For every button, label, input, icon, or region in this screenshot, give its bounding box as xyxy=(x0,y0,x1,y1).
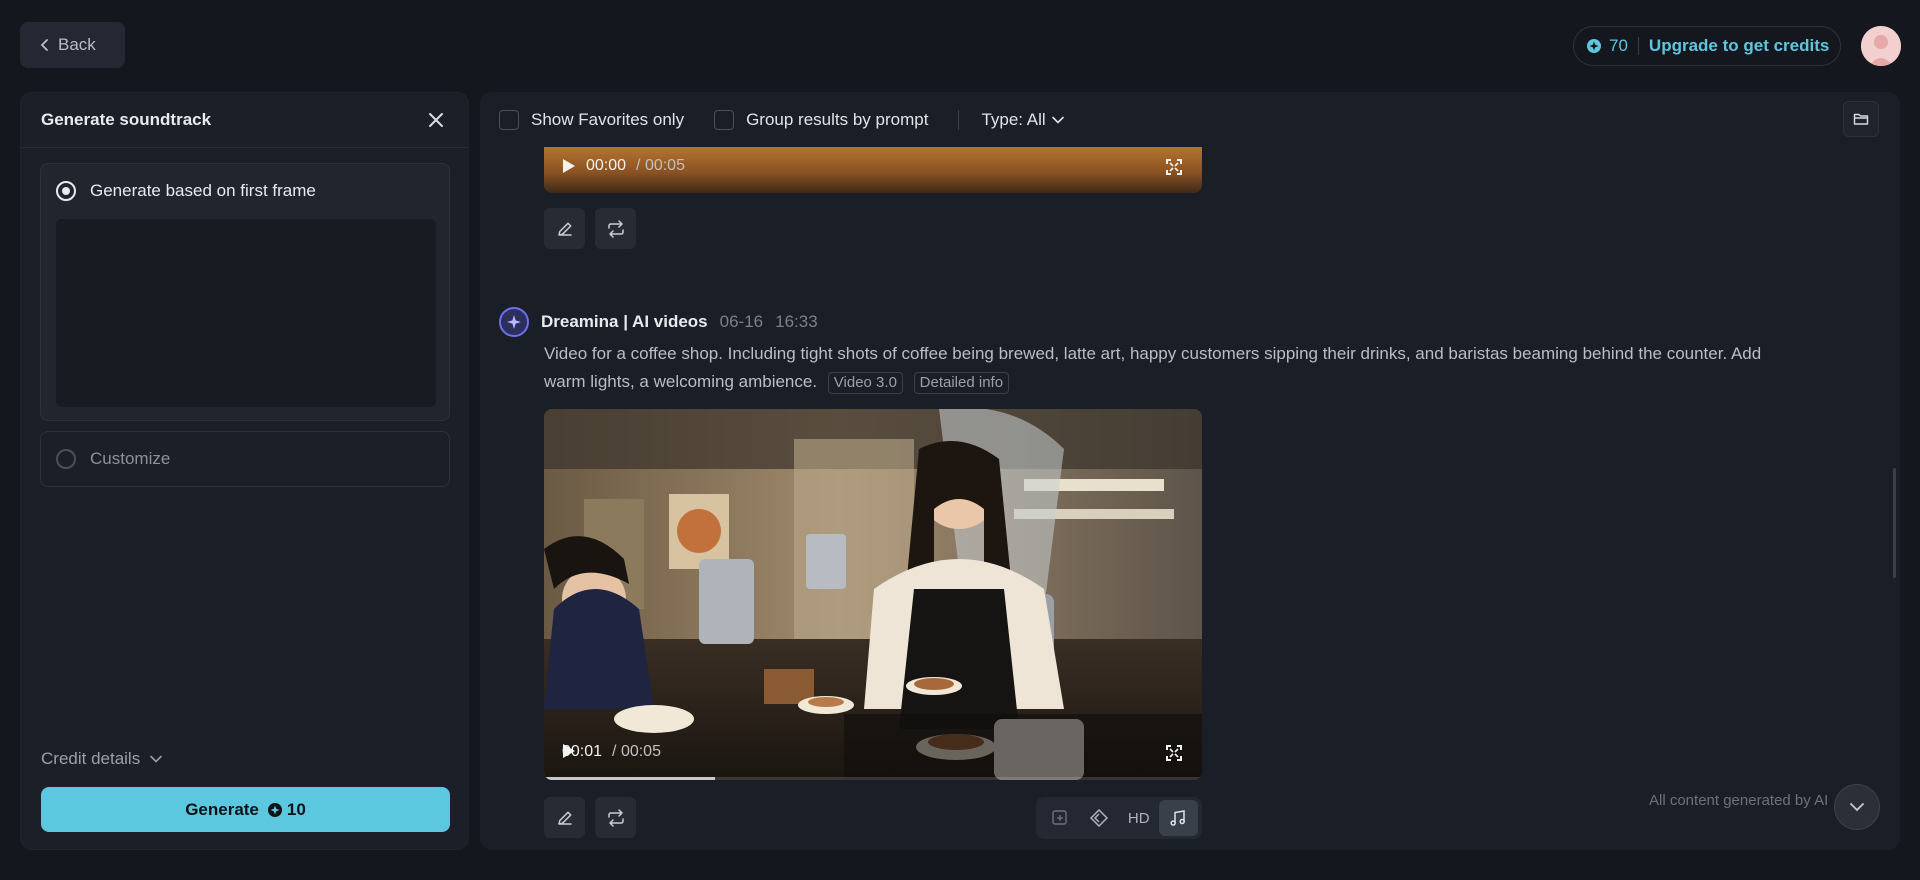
option-first-frame-label: Generate based on first frame xyxy=(90,181,316,200)
generate-cost: 10 xyxy=(267,800,306,820)
option-customize-label: Customize xyxy=(90,449,171,468)
radio-first-frame[interactable]: Generate based on first frame xyxy=(41,164,449,218)
upgrade-link[interactable]: Upgrade to get credits xyxy=(1649,36,1829,56)
credit-details-toggle[interactable]: Credit details xyxy=(41,749,163,769)
play-icon[interactable] xyxy=(562,743,576,759)
filter-bar: Show Favorites only Group results by pro… xyxy=(480,92,1900,147)
type-label: Type: All xyxy=(981,109,1046,129)
repeat-icon xyxy=(607,808,624,827)
checkbox-icon xyxy=(499,109,519,130)
prompt-body: Video for a coffee shop. Including tight… xyxy=(544,344,1762,391)
chevron-left-icon xyxy=(40,39,48,51)
generate-label: Generate xyxy=(185,799,259,819)
regenerate-button[interactable] xyxy=(595,797,636,838)
pencil-icon xyxy=(557,811,572,825)
generation-date: 06-16 xyxy=(719,312,764,331)
group-checkbox[interactable]: Group results by prompt xyxy=(714,109,929,130)
group-label: Group results by prompt xyxy=(746,109,929,129)
chevron-down-icon xyxy=(1850,803,1864,812)
video-player-previous[interactable]: 00:00 / 00:05 xyxy=(544,147,1202,193)
model-tag: Video 3.0 xyxy=(827,371,903,394)
current-time: 00:00 xyxy=(586,157,627,174)
regenerate-button[interactable] xyxy=(595,208,636,249)
divider xyxy=(958,109,960,130)
panel-title: Generate soundtrack xyxy=(41,110,212,129)
prompt-text: Video for a coffee shop. Including tight… xyxy=(544,340,1804,396)
fullscreen-icon[interactable] xyxy=(1164,157,1184,177)
diamond-icon xyxy=(1090,809,1109,827)
generation-time: 16:33 xyxy=(775,312,818,331)
radio-unselected-icon xyxy=(56,449,76,469)
upscale-button[interactable] xyxy=(1080,800,1120,836)
dreamina-logo-icon xyxy=(499,307,529,337)
scroll-down-button[interactable] xyxy=(1834,784,1880,830)
video-frame-image xyxy=(544,409,1202,780)
favorites-label: Show Favorites only xyxy=(531,109,685,129)
generation-header: Dreamina | AI videos 06-16 16:33 xyxy=(499,307,818,337)
type-dropdown[interactable]: Type: All xyxy=(981,109,1064,130)
video-progress-fill xyxy=(544,777,716,780)
credit-icon xyxy=(1587,39,1601,53)
play-icon[interactable] xyxy=(562,158,576,174)
close-button[interactable] xyxy=(424,108,448,132)
hd-button[interactable]: HD xyxy=(1119,800,1159,836)
generator-name: Dreamina | AI videos xyxy=(541,312,708,331)
detailed-info-tag[interactable]: Detailed info xyxy=(913,371,1010,394)
duration: / 00:05 xyxy=(612,743,661,760)
credits-count: 70 xyxy=(1609,36,1628,55)
scrollbar[interactable] xyxy=(1893,468,1896,578)
close-icon xyxy=(429,113,443,127)
radio-selected-icon xyxy=(56,181,76,201)
generate-soundtrack-panel: Generate soundtrack Generate based on fi… xyxy=(20,92,469,850)
soundtrack-button[interactable] xyxy=(1158,800,1198,836)
first-frame-preview xyxy=(56,219,436,407)
video-progress-bar[interactable] xyxy=(544,777,1202,780)
top-bar: Back 70 Upgrade to get credits xyxy=(0,0,1920,92)
back-label: Back xyxy=(58,35,96,54)
divider xyxy=(1637,37,1639,55)
checkbox-icon xyxy=(714,109,735,130)
option-customize[interactable]: Customize xyxy=(40,431,450,487)
generate-cost-value: 10 xyxy=(286,799,306,819)
folder-icon xyxy=(1853,113,1869,125)
video-player-coffee-shop[interactable]: 00:01 / 00:05 xyxy=(544,409,1202,780)
pencil-icon xyxy=(557,222,572,236)
back-button[interactable]: Back xyxy=(20,22,125,68)
generate-button[interactable]: Generate 10 xyxy=(41,787,450,832)
fullscreen-icon[interactable] xyxy=(1164,743,1184,763)
credit-details-label: Credit details xyxy=(41,749,141,768)
credits-pill[interactable]: 70 Upgrade to get credits xyxy=(1573,26,1841,66)
video-tools: HD xyxy=(1036,797,1202,839)
frame-interpolation-button[interactable] xyxy=(1040,800,1080,836)
favorites-checkbox[interactable]: Show Favorites only xyxy=(499,109,685,130)
repeat-icon xyxy=(607,219,624,238)
chevron-down-icon xyxy=(150,755,163,763)
video-time: 00:01 / 00:05 xyxy=(562,743,661,761)
edit-button[interactable] xyxy=(544,208,585,249)
video-time: 00:00 / 00:05 xyxy=(562,157,685,175)
frame-icon xyxy=(1052,810,1067,825)
panel-header: Generate soundtrack xyxy=(21,93,468,148)
folder-button[interactable] xyxy=(1843,101,1879,137)
radio-customize[interactable]: Customize xyxy=(41,432,449,486)
avatar[interactable] xyxy=(1861,26,1901,66)
edit-button[interactable] xyxy=(544,797,585,838)
music-note-icon xyxy=(1170,810,1186,826)
credit-icon xyxy=(267,802,282,817)
option-first-frame[interactable]: Generate based on first frame xyxy=(40,163,450,421)
chevron-down-icon xyxy=(1051,116,1064,124)
duration: / 00:05 xyxy=(636,157,685,174)
results-panel: Show Favorites only Group results by pro… xyxy=(480,92,1900,850)
ai-disclaimer: All content generated by AI xyxy=(1649,792,1829,809)
